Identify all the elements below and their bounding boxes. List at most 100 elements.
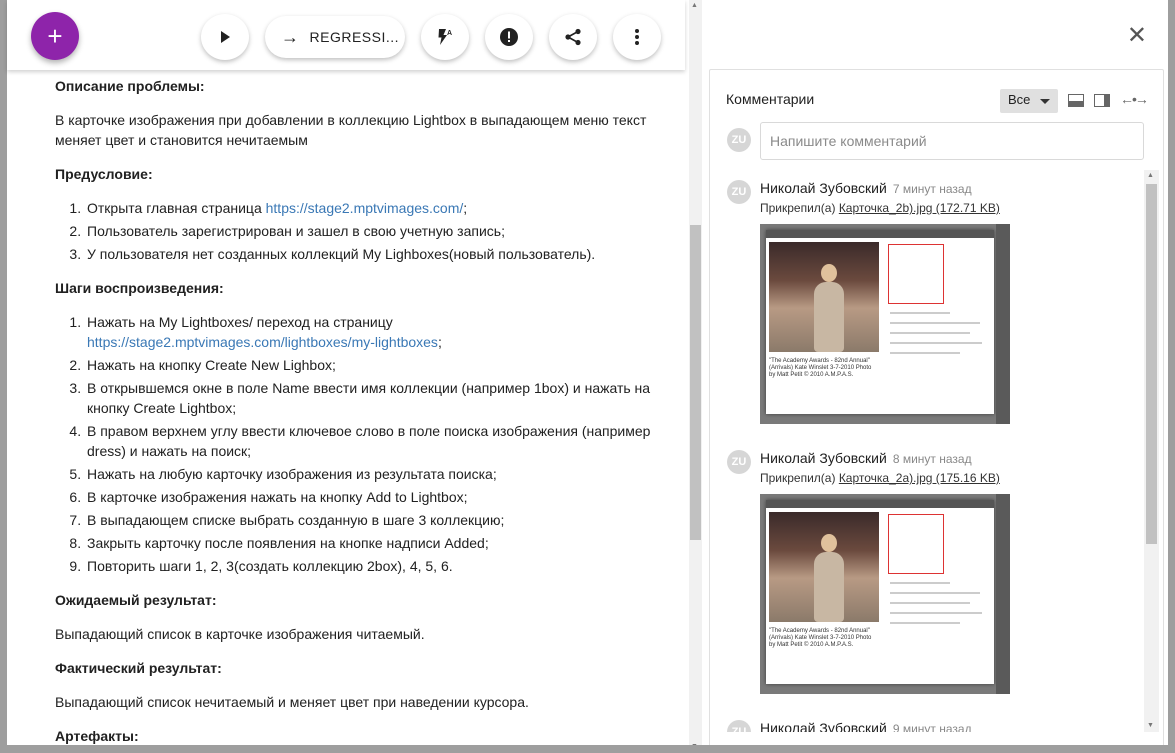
steps-heading: Шаги воспроизведения:: [55, 280, 224, 296]
highlight-box: [888, 514, 944, 574]
comments-filter-select[interactable]: Все: [1000, 89, 1058, 113]
comment-attachment: Прикрепил(а) Карточка_2b).jpg (172.71 KB…: [760, 201, 1000, 215]
problem-heading: Описание проблемы:: [55, 78, 205, 94]
backdrop-edge: [0, 0, 7, 753]
expected-text: Выпадающий список в карточке изображения…: [55, 626, 425, 642]
text-line: [890, 582, 950, 584]
list-item-text: Пользователь зарегистрирован и зашел в с…: [87, 223, 505, 239]
comment-input[interactable]: Напишите комментарий: [760, 122, 1144, 160]
attachment-link[interactable]: Карточка_2b).jpg (172.71 KB): [839, 201, 1000, 215]
problem-text: В карточке изображения при добавлении в …: [55, 112, 647, 148]
avatar: ZU: [727, 720, 751, 732]
text-line: [890, 322, 980, 324]
issue-toolbar: + → REGRESSI... A: [7, 0, 685, 70]
backdrop-edge: [1168, 0, 1175, 753]
photo-figure-dress: [814, 552, 844, 622]
status-transition-button[interactable]: → REGRESSI...: [265, 16, 405, 58]
text-line: [890, 592, 980, 594]
comment-author: Николай Зубовский 8 минут назад: [760, 450, 972, 466]
list-item-text: В правом верхнем углу ввести ключевое сл…: [87, 423, 651, 459]
modal-header: [766, 230, 994, 238]
attachment-prefix: Прикрепил(а): [760, 471, 839, 485]
comment-attachment: Прикрепил(а) Карточка_2a).jpg (175.16 KB…: [760, 471, 1000, 485]
attachment-prefix: Прикрепил(а): [760, 201, 839, 215]
comment-time: 8 минут назад: [892, 452, 972, 466]
arrow-right-icon: →: [281, 26, 300, 47]
screenshot-modal: "The Academy Awards - 82nd Annual" (Arri…: [766, 500, 994, 684]
expand-horizontal-icon[interactable]: ←•→: [1120, 91, 1149, 107]
list-item: Повторить шаги 1, 2, 3(создать коллекцию…: [85, 556, 655, 576]
scroll-up-arrow[interactable]: ▲: [691, 2, 698, 9]
photo: [769, 242, 879, 352]
scrollbar-thumb[interactable]: [1146, 184, 1157, 544]
author-name[interactable]: Николай Зубовский: [760, 180, 887, 196]
list-item-text: У пользователя нет созданных коллекций M…: [87, 246, 596, 262]
list-item-text: В открывшемся окне в поле Name ввести им…: [87, 380, 651, 416]
issue-scrollbar[interactable]: ▲ ▼: [689, 0, 702, 753]
highlight-box: [888, 244, 944, 304]
close-icon[interactable]: ✕: [1127, 24, 1147, 48]
issue-pane: + → REGRESSI... A Описание проблемы: В к…: [0, 0, 706, 753]
list-item: Открыта главная страница https://stage2.…: [85, 198, 655, 218]
list-item-text: В выпадающем списке выбрать созданную в …: [87, 512, 505, 528]
photo: [769, 512, 879, 622]
comment-thread[interactable]: ZU Николай Зубовский 7 минут назад Прикре…: [710, 170, 1141, 732]
panel-bottom-icon[interactable]: [1068, 94, 1084, 107]
issue-content-scroll[interactable]: Описание проблемы: В карточке изображени…: [7, 0, 689, 753]
list-item-text: Нажать на My Lightboxes/ переход на стра…: [87, 314, 393, 330]
share-button[interactable]: [549, 14, 597, 60]
background-strip: [996, 494, 1010, 694]
expected-heading: Ожидаемый результат:: [55, 592, 217, 608]
photo-figure-head: [821, 264, 837, 282]
comment-author: Николай Зубовский 7 минут назад: [760, 180, 972, 196]
list-item-text: Закрыть карточку после появления на кноп…: [87, 535, 489, 551]
list-item-suffix: ;: [463, 200, 468, 216]
text-line: [890, 622, 960, 624]
panel-side-icon[interactable]: [1094, 94, 1110, 107]
scroll-down-arrow[interactable]: ▼: [1147, 722, 1154, 729]
run-button[interactable]: [201, 14, 249, 60]
priority-button[interactable]: [485, 14, 533, 60]
list-item: В открывшемся окне в поле Name ввести им…: [85, 378, 655, 418]
list-item-link[interactable]: https://stage2.mptvimages.com/: [266, 200, 464, 216]
automation-button[interactable]: A: [421, 14, 469, 60]
list-item-suffix: ;: [437, 334, 442, 350]
caret-down-icon: [1040, 99, 1050, 104]
text-line: [890, 352, 960, 354]
add-button[interactable]: +: [31, 12, 79, 60]
author-name[interactable]: Николай Зубовский: [760, 450, 887, 466]
actual-heading: Фактический результат:: [55, 660, 222, 676]
list-item: Нажать на любую карточку изображения из …: [85, 464, 655, 484]
photo-figure-head: [821, 534, 837, 552]
flash-auto-icon: A: [438, 29, 452, 45]
list-item-text: Повторить шаги 1, 2, 3(создать коллекцию…: [87, 558, 453, 574]
scroll-up-arrow[interactable]: ▲: [1147, 172, 1154, 179]
actual-text: Выпадающий список нечитаемый и меняет цв…: [55, 694, 529, 710]
avatar: ZU: [727, 450, 751, 474]
attachment-link[interactable]: Карточка_2a).jpg (175.16 KB): [839, 471, 1000, 485]
comment-time: 7 минут назад: [892, 182, 972, 196]
list-item-text: Нажать на любую карточку изображения из …: [87, 466, 497, 482]
precondition-list: Открыта главная страница https://stage2.…: [85, 198, 655, 264]
attachment-thumbnail[interactable]: "The Academy Awards - 82nd Annual" (Arri…: [760, 494, 1010, 694]
list-item: У пользователя нет созданных коллекций M…: [85, 244, 655, 264]
play-icon: [221, 31, 230, 43]
text-line: [890, 312, 950, 314]
avatar: ZU: [727, 180, 751, 204]
text-line: [890, 342, 982, 344]
more-menu-button[interactable]: [613, 14, 661, 60]
more-vertical-icon: [635, 29, 639, 45]
text-line: [890, 602, 970, 604]
attachment-thumbnail[interactable]: "The Academy Awards - 82nd Annual" (Arri…: [760, 224, 1010, 424]
steps-list: Нажать на My Lightboxes/ переход на стра…: [85, 312, 655, 576]
list-item-link[interactable]: https://stage2.mptvimages.com/lightboxes…: [87, 334, 438, 350]
scrollbar-thumb[interactable]: [690, 225, 701, 540]
issue-description: Описание проблемы: В карточке изображени…: [55, 76, 655, 753]
comments-filter-value: Все: [1008, 92, 1031, 107]
background-strip: [996, 224, 1010, 424]
list-item: В правом верхнем углу ввести ключевое сл…: [85, 421, 655, 461]
status-transition-label: REGRESSI...: [309, 29, 400, 45]
comments-scrollbar[interactable]: ▲ ▼: [1144, 170, 1159, 732]
comment-time: 9 минут назад: [892, 722, 972, 732]
author-name[interactable]: Николай Зубовский: [760, 720, 887, 732]
